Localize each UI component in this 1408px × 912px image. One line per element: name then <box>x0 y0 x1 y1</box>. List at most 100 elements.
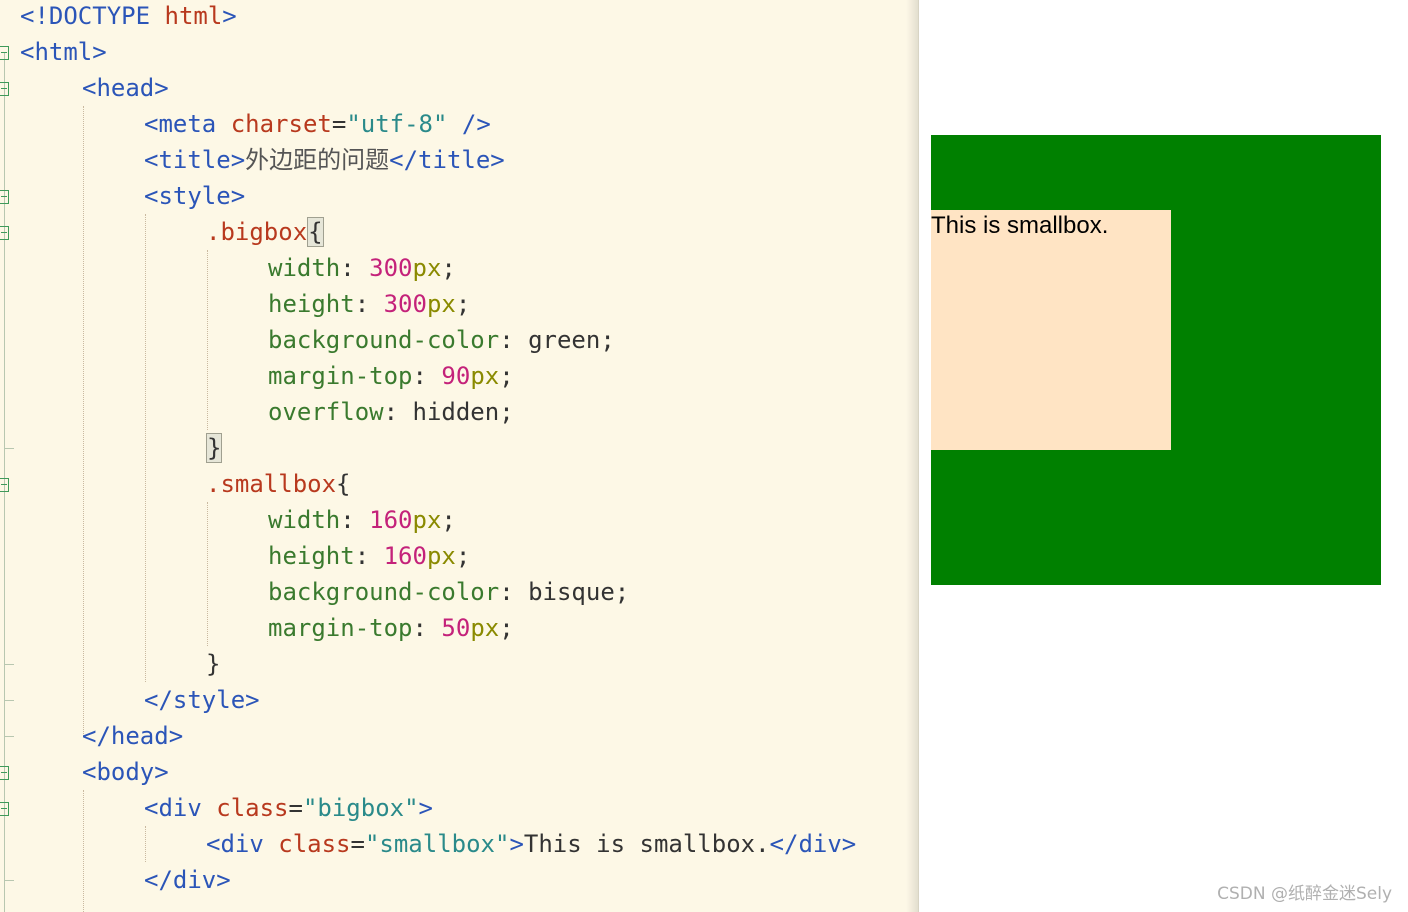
code-token: > <box>509 830 524 858</box>
code-token: > <box>418 794 433 822</box>
code-token: background-color <box>268 326 500 354</box>
code-line[interactable]: </div> <box>0 862 918 898</box>
code-token: margin-top <box>268 362 413 390</box>
code-text: <div class="smallbox">This is smallbox.<… <box>206 826 856 862</box>
watermark: CSDN @纸醉金迷Sely <box>1217 884 1392 904</box>
code-line[interactable]: <div class="smallbox">This is smallbox.<… <box>0 826 918 862</box>
code-line[interactable]: height: 300px; <box>0 286 918 322</box>
code-token: height <box>268 542 355 570</box>
code-token: : <box>412 614 442 642</box>
code-token: <head> <box>82 74 169 102</box>
code-line[interactable]: .smallbox{ <box>0 466 918 502</box>
bigbox: This is smallbox. <box>931 135 1381 585</box>
code-token: </div> <box>769 830 857 858</box>
code-line[interactable]: <meta charset="utf-8" /> <box>0 106 918 142</box>
code-line[interactable]: width: 300px; <box>0 250 918 286</box>
code-token: px <box>426 542 456 570</box>
code-token: } <box>206 433 223 463</box>
code-token: ; <box>441 254 456 282</box>
code-token: height <box>268 290 355 318</box>
code-line[interactable]: <style> <box>0 178 918 214</box>
code-text: background-color: green; <box>268 322 615 358</box>
fold-end-marker <box>4 736 14 737</box>
code-line[interactable]: <body> <box>0 754 918 790</box>
code-line[interactable]: background-color: bisque; <box>0 574 918 610</box>
code-text: margin-top: 90px; <box>268 358 514 394</box>
code-line[interactable]: <!DOCTYPE html> <box>0 0 918 34</box>
code-text: .smallbox{ <box>206 466 351 502</box>
code-text: margin-top: 50px; <box>268 610 514 646</box>
code-line[interactable]: </style> <box>0 682 918 718</box>
code-line[interactable]: overflow: hidden; <box>0 394 918 430</box>
code-token: { <box>336 470 351 498</box>
code-token: : hidden; <box>383 398 514 426</box>
code-token: background-color <box>268 578 500 606</box>
code-token: px <box>470 614 500 642</box>
code-token: : <box>340 506 370 534</box>
code-token: <div <box>144 794 217 822</box>
code-line[interactable]: } <box>0 646 918 682</box>
code-token: = <box>350 830 365 858</box>
code-text: width: 300px; <box>268 250 456 286</box>
code-line[interactable]: <title>外边距的问题</title> <box>0 142 918 178</box>
code-text: <title>外边距的问题</title> <box>144 142 505 178</box>
fold-toggle-icon[interactable] <box>0 226 9 240</box>
code-token: </style> <box>144 686 260 714</box>
code-text: background-color: bisque; <box>268 574 629 610</box>
code-token: </head> <box>82 722 184 750</box>
code-token: 300 <box>369 254 413 282</box>
code-text: .bigbox{ <box>206 214 324 250</box>
fold-toggle-icon[interactable] <box>0 46 9 60</box>
code-line[interactable]: background-color: green; <box>0 322 918 358</box>
code-token: <body> <box>82 758 169 786</box>
code-token: : <box>354 542 384 570</box>
code-token: </title> <box>389 146 505 174</box>
code-token: px <box>470 362 500 390</box>
code-token: } <box>206 650 221 678</box>
code-line[interactable]: width: 160px; <box>0 502 918 538</box>
fold-toggle-icon[interactable] <box>0 802 9 816</box>
code-token: ; <box>441 506 456 534</box>
code-token: width <box>268 506 341 534</box>
code-text: } <box>206 430 223 466</box>
code-editor[interactable]: <!DOCTYPE html> <html> <head> <meta charset… <box>0 0 919 912</box>
code-token: 160 <box>369 506 413 534</box>
fold-end-marker <box>4 664 14 665</box>
code-token: ; <box>455 290 471 318</box>
code-line[interactable]: margin-top: 50px; <box>0 610 918 646</box>
code-text: <head> <box>82 70 169 106</box>
code-token: : green; <box>499 326 615 354</box>
code-token: This is smallbox. <box>523 830 770 858</box>
code-token: </div> <box>144 866 231 894</box>
code-token: 90 <box>441 362 471 390</box>
code-line[interactable]: </head> <box>0 718 918 754</box>
code-text: width: 160px; <box>268 502 456 538</box>
code-token: ; <box>455 542 471 570</box>
code-line[interactable]: height: 160px; <box>0 538 918 574</box>
code-token: "smallbox" <box>364 830 510 858</box>
code-line[interactable]: margin-top: 90px; <box>0 358 918 394</box>
code-token: ; <box>499 614 514 642</box>
smallbox: This is smallbox. <box>931 210 1171 450</box>
code-line[interactable]: } <box>0 430 918 466</box>
code-text: </head> <box>82 718 183 754</box>
code-line[interactable]: .bigbox{ <box>0 214 918 250</box>
code-token: <html> <box>20 38 107 66</box>
code-token: px <box>426 290 456 318</box>
code-text: <style> <box>144 178 245 214</box>
code-token: : <box>340 254 370 282</box>
code-token: "utf-8" <box>346 110 448 138</box>
code-token: = <box>288 794 303 822</box>
code-token: .smallbox <box>206 470 337 498</box>
code-line[interactable]: <head> <box>0 70 918 106</box>
fold-toggle-icon[interactable] <box>0 478 9 492</box>
fold-toggle-icon[interactable] <box>0 766 9 780</box>
code-line[interactable]: <html> <box>0 34 918 70</box>
fold-toggle-icon[interactable] <box>0 190 9 204</box>
code-token: : <box>412 362 442 390</box>
fold-toggle-icon[interactable] <box>0 82 9 96</box>
code-line[interactable]: <div class="bigbox"> <box>0 790 918 826</box>
code-token: 50 <box>441 614 471 642</box>
code-token: = <box>331 110 347 138</box>
code-text: height: 300px; <box>268 286 470 322</box>
